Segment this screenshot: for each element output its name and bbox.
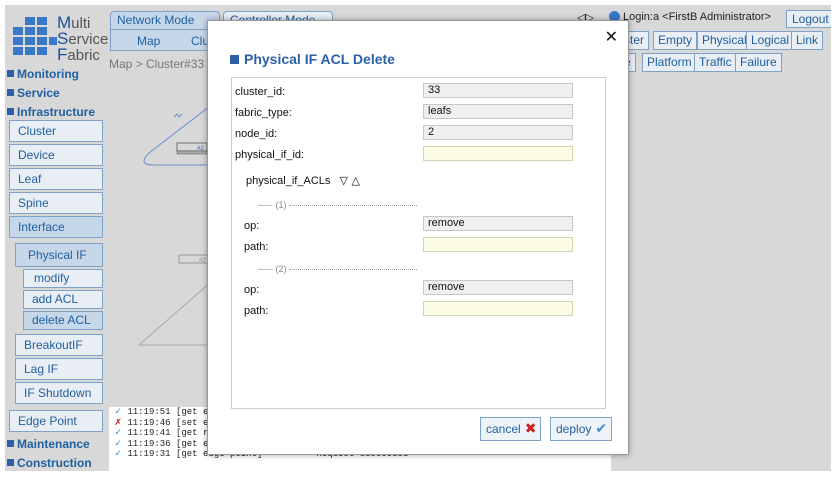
check-icon: ✔ <box>595 421 608 437</box>
physical-if-acls-label: physical_if_ACLs ▽ △ <box>246 174 360 187</box>
physical-if-id-label: physical_if_id: <box>235 149 305 161</box>
op-field-1: remove <box>423 216 573 231</box>
op-field-2: remove <box>423 280 573 295</box>
fabric-type-field: leafs <box>423 104 573 119</box>
op-label-1: op: <box>244 220 260 232</box>
entry-separator-2: ----- (2) <box>258 264 417 274</box>
deploy-button[interactable]: deploy ✔ <box>550 417 613 441</box>
entry-separator-1: ----- (1) <box>258 200 417 210</box>
node-id-field: 2 <box>423 125 573 140</box>
path-input-2[interactable] <box>423 301 573 316</box>
op-label-2: op: <box>244 284 260 296</box>
form-panel: cluster_id: 33 fabric_type: leafs node_i… <box>231 77 606 409</box>
physical-if-id-input[interactable] <box>423 146 573 161</box>
dialog-title: Physical IF ACL Delete <box>230 51 395 67</box>
fabric-type-label: fabric_type: <box>235 107 292 119</box>
cluster-id-label: cluster_id: <box>235 86 286 98</box>
modal-overlay: ✕ Physical IF ACL Delete cluster_id: 33 … <box>0 0 840 477</box>
cluster-id-field: 33 <box>423 83 573 98</box>
node-id-label: node_id: <box>235 128 278 140</box>
physical-if-acl-delete-dialog: ✕ Physical IF ACL Delete cluster_id: 33 … <box>207 20 629 455</box>
cancel-x-icon: ✖ <box>524 421 537 437</box>
cancel-button[interactable]: cancel ✖ <box>480 417 542 441</box>
path-label-1: path: <box>244 241 269 253</box>
square-icon <box>230 55 239 64</box>
path-input-1[interactable] <box>423 237 573 252</box>
close-icon[interactable]: ✕ <box>605 27 618 46</box>
expand-collapse-icon[interactable]: ▽ △ <box>340 174 360 187</box>
path-label-2: path: <box>244 305 269 317</box>
